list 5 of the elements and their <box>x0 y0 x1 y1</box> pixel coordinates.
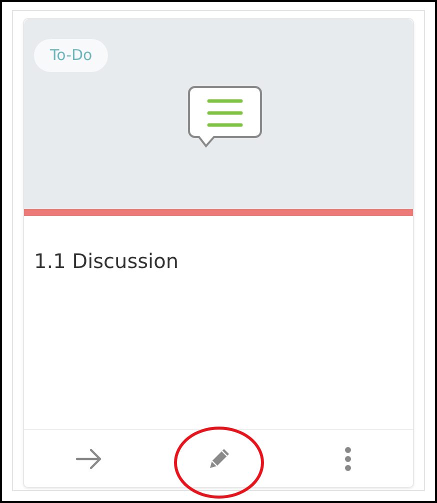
more-options-icon <box>344 446 352 472</box>
card-title: 1.1 Discussion <box>34 249 179 273</box>
chat-bubble-icon <box>187 85 263 149</box>
status-tag: To-Do <box>34 39 108 72</box>
arrow-right-icon <box>74 448 103 470</box>
